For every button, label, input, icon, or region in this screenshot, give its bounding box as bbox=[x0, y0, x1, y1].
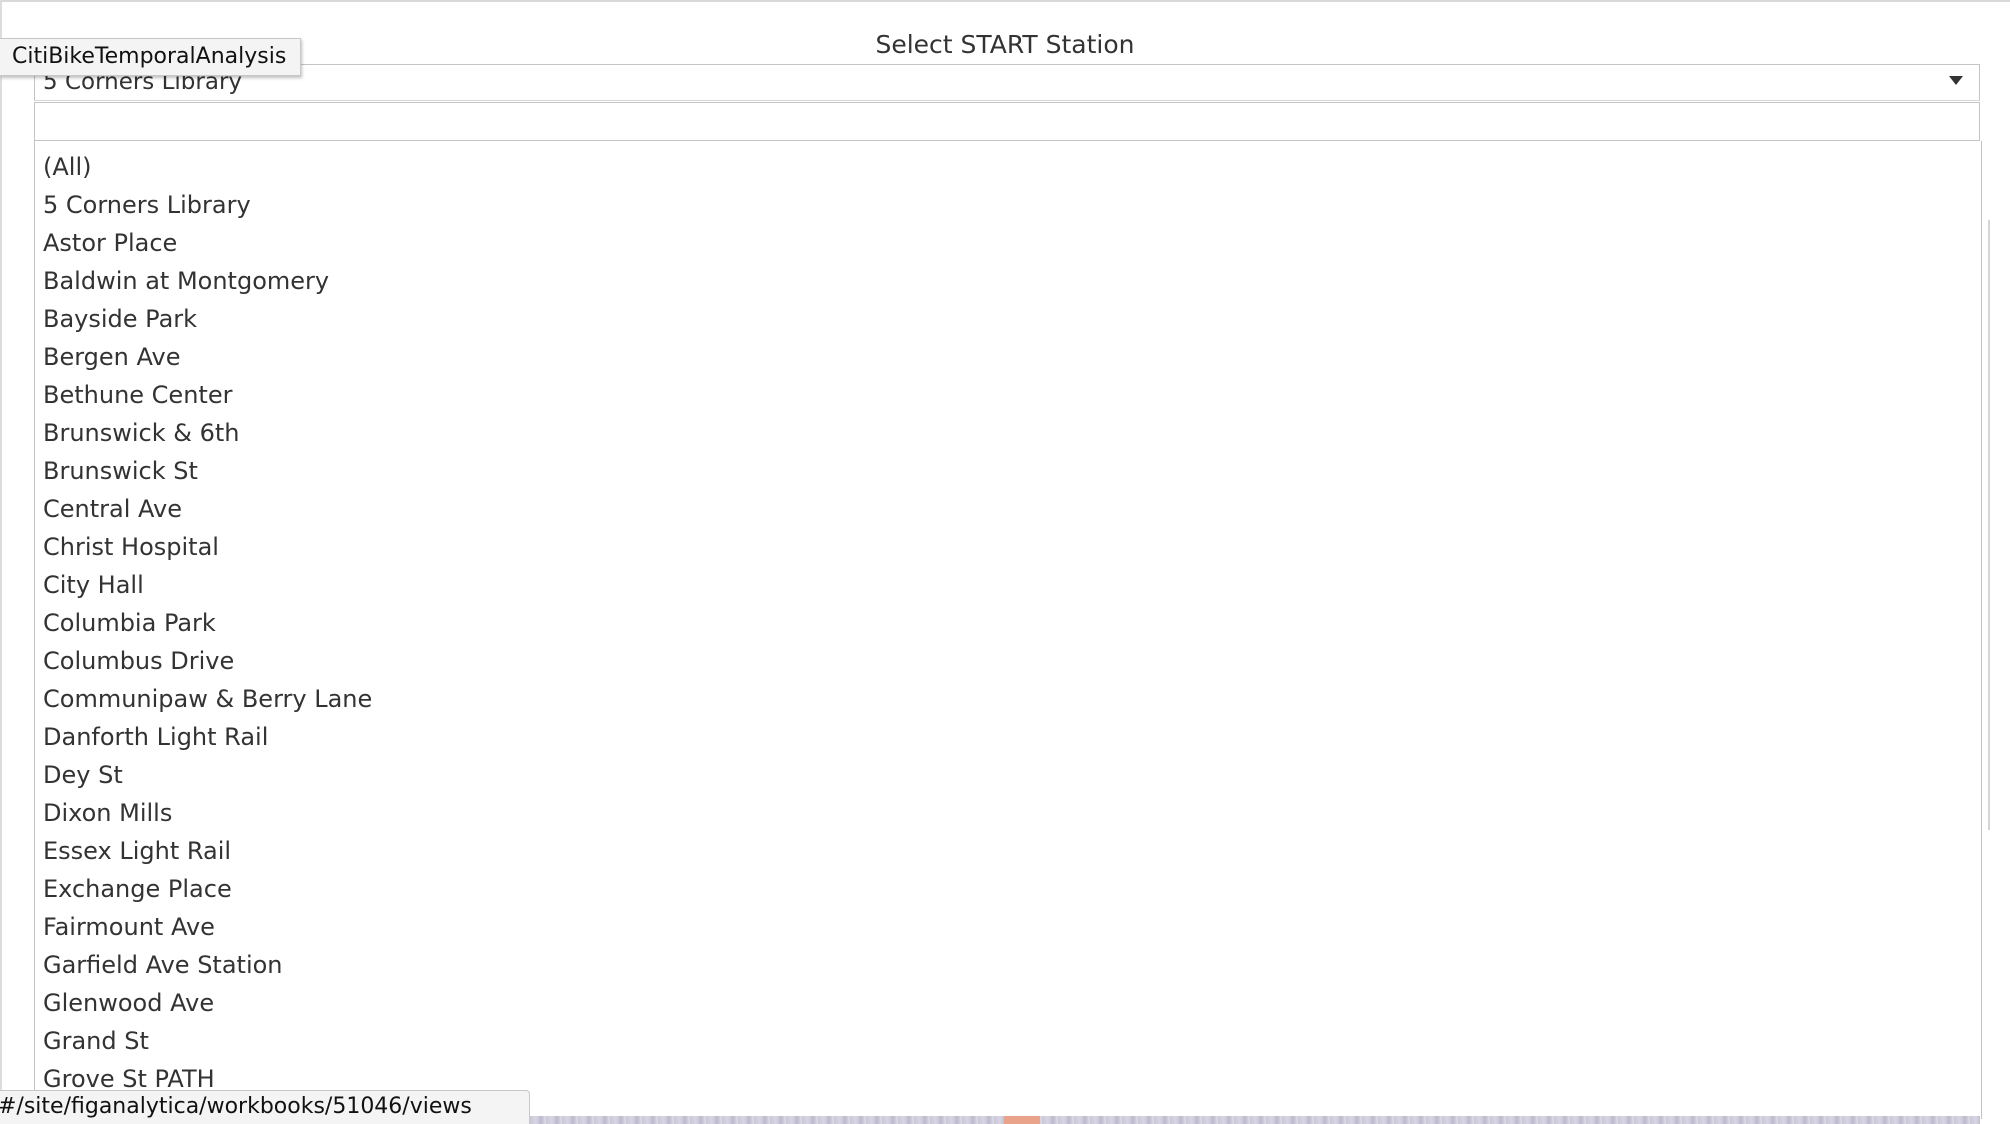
list-item[interactable]: Fairmount Ave bbox=[35, 908, 1981, 946]
workbook-title-tooltip: CitiBikeTemporalAnalysis bbox=[0, 38, 302, 76]
list-item[interactable]: Bergen Ave bbox=[35, 338, 1981, 376]
list-item[interactable]: Bayside Park bbox=[35, 300, 1981, 338]
list-item[interactable]: Baldwin at Montgomery bbox=[35, 262, 1981, 300]
list-item[interactable]: (All) bbox=[35, 148, 1981, 186]
list-item[interactable]: Dixon Mills bbox=[35, 794, 1981, 832]
start-station-select[interactable]: 5 Corners Library bbox=[34, 64, 1980, 101]
list-item[interactable]: Exchange Place bbox=[35, 870, 1981, 908]
list-item[interactable]: 5 Corners Library bbox=[35, 186, 1981, 224]
station-search-input[interactable] bbox=[35, 103, 1979, 140]
list-item[interactable]: Brunswick & 6th bbox=[35, 414, 1981, 452]
list-item[interactable]: City Hall bbox=[35, 566, 1981, 604]
list-item[interactable]: Glenwood Ave bbox=[35, 984, 1981, 1022]
chevron-down-icon[interactable] bbox=[1949, 76, 1963, 85]
station-search-box[interactable] bbox=[34, 102, 1980, 141]
list-item[interactable]: Columbia Park bbox=[35, 604, 1981, 642]
list-item[interactable]: Danforth Light Rail bbox=[35, 718, 1981, 756]
map-background-strip bbox=[530, 1116, 1980, 1124]
list-item[interactable]: Astor Place bbox=[35, 224, 1981, 262]
list-item[interactable]: Essex Light Rail bbox=[35, 832, 1981, 870]
list-item[interactable]: Dey St bbox=[35, 756, 1981, 794]
list-item[interactable]: Christ Hospital bbox=[35, 528, 1981, 566]
list-item[interactable]: Central Ave bbox=[35, 490, 1981, 528]
list-item[interactable]: Columbus Drive bbox=[35, 642, 1981, 680]
list-item[interactable]: Grand St bbox=[35, 1022, 1981, 1060]
list-item[interactable]: Brunswick St bbox=[35, 452, 1981, 490]
background-panel-edge bbox=[1988, 220, 1990, 830]
top-border bbox=[0, 0, 2010, 2]
filter-title: Select START Station bbox=[875, 30, 1135, 59]
left-border bbox=[0, 0, 2, 1124]
station-options-list[interactable]: (All) 5 Corners Library Astor Place Bald… bbox=[34, 141, 1982, 1119]
browser-status-bar: #/site/figanalytica/workbooks/51046/view… bbox=[0, 1090, 530, 1124]
map-marker-strip bbox=[1004, 1116, 1040, 1124]
list-item[interactable]: Garfield Ave Station bbox=[35, 946, 1981, 984]
list-item[interactable]: Communipaw & Berry Lane bbox=[35, 680, 1981, 718]
list-item[interactable]: Bethune Center bbox=[35, 376, 1981, 414]
status-url: #/site/figanalytica/workbooks/51046/view… bbox=[0, 1094, 472, 1119]
